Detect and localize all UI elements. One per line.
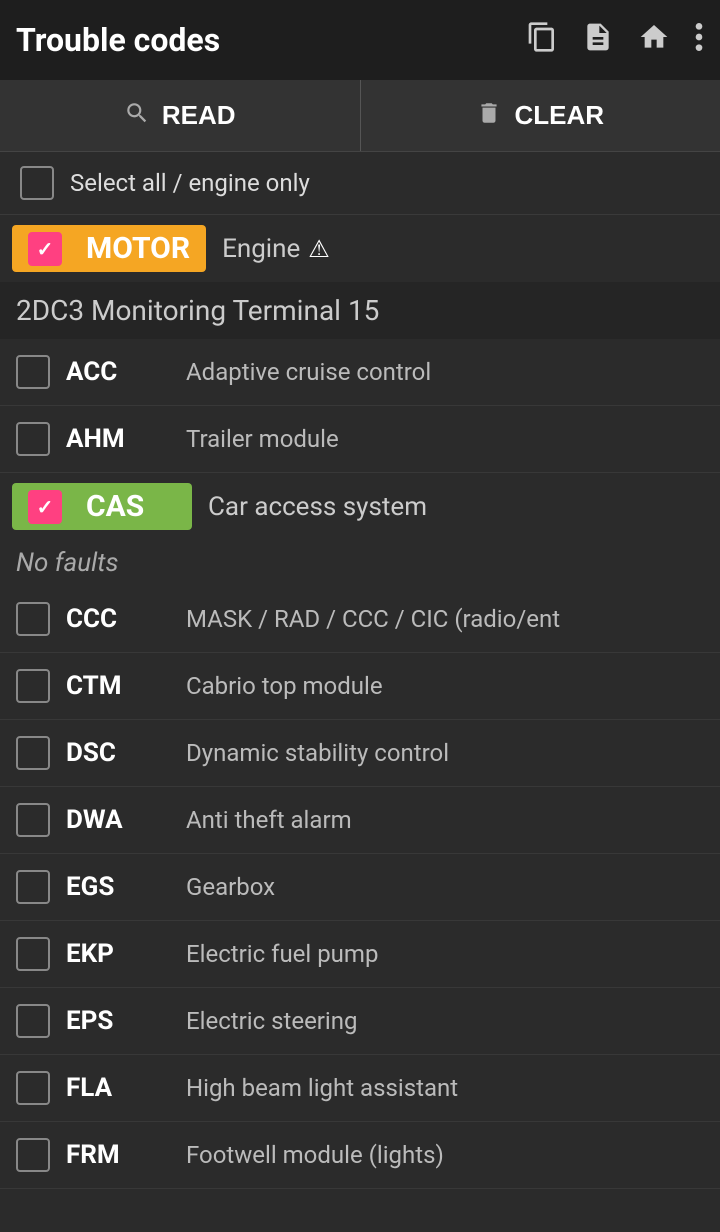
select-all-row[interactable]: Select all / engine only xyxy=(0,152,720,215)
system-item-egs[interactable]: EGS Gearbox xyxy=(0,854,720,921)
subsection-title: 2DC3 Monitoring Terminal 15 xyxy=(0,282,720,339)
eps-checkbox[interactable] xyxy=(16,1004,50,1038)
egs-code: EGS xyxy=(66,872,186,902)
dwa-desc: Anti theft alarm xyxy=(186,806,704,834)
ekp-code: EKP xyxy=(66,939,186,969)
cas-module-name: Car access system xyxy=(208,492,427,522)
acc-checkbox[interactable] xyxy=(16,355,50,389)
cas-tag-label: CAS xyxy=(86,489,144,524)
fla-desc: High beam light assistant xyxy=(186,1074,704,1102)
ccc-desc: MASK / RAD / CCC / CIC (radio/ent xyxy=(186,605,704,633)
motor-tag-label: MOTOR xyxy=(86,231,190,266)
cas-module-tag[interactable]: CAS xyxy=(12,483,192,530)
no-faults: No faults xyxy=(0,540,720,586)
fla-checkbox[interactable] xyxy=(16,1071,50,1105)
clear-label: CLEAR xyxy=(514,100,604,131)
read-label: READ xyxy=(162,100,236,131)
motor-module-name: Engine xyxy=(222,234,300,264)
acc-desc: Adaptive cruise control xyxy=(186,358,704,386)
frm-desc: Footwell module (lights) xyxy=(186,1141,704,1169)
warning-icon: ⚠ xyxy=(308,235,330,263)
system-item-ekp[interactable]: EKP Electric fuel pump xyxy=(0,921,720,988)
ahm-code: AHM xyxy=(66,424,186,454)
file-icon[interactable] xyxy=(582,21,614,60)
cas-checkbox[interactable] xyxy=(28,490,62,524)
dwa-code: DWA xyxy=(66,805,186,835)
motor-checkbox[interactable] xyxy=(28,232,62,266)
more-icon[interactable] xyxy=(694,21,704,60)
motor-module-tag[interactable]: MOTOR xyxy=(12,225,206,272)
select-all-checkbox[interactable] xyxy=(20,166,54,200)
copy-icon[interactable] xyxy=(526,21,558,60)
system-item-acc[interactable]: ACC Adaptive cruise control xyxy=(0,339,720,406)
eps-code: EPS xyxy=(66,1006,186,1036)
system-item-frm[interactable]: FRM Footwell module (lights) xyxy=(0,1122,720,1189)
clear-button[interactable]: CLEAR xyxy=(361,80,720,151)
egs-desc: Gearbox xyxy=(186,873,704,901)
dwa-checkbox[interactable] xyxy=(16,803,50,837)
acc-code: ACC xyxy=(66,357,186,387)
delete-icon xyxy=(476,100,502,132)
ctm-checkbox[interactable] xyxy=(16,669,50,703)
system-item-ahm[interactable]: AHM Trailer module xyxy=(0,406,720,473)
frm-checkbox[interactable] xyxy=(16,1138,50,1172)
dsc-desc: Dynamic stability control xyxy=(186,739,704,767)
action-bar: READ CLEAR xyxy=(0,80,720,152)
page-title: Trouble codes xyxy=(16,21,526,59)
system-item-fla[interactable]: FLA High beam light assistant xyxy=(0,1055,720,1122)
frm-code: FRM xyxy=(66,1140,186,1170)
app-header: Trouble codes xyxy=(0,0,720,80)
ekp-desc: Electric fuel pump xyxy=(186,940,704,968)
system-item-ctm[interactable]: CTM Cabrio top module xyxy=(0,653,720,720)
ekp-checkbox[interactable] xyxy=(16,937,50,971)
system-item-eps[interactable]: EPS Electric steering xyxy=(0,988,720,1055)
header-icons xyxy=(526,21,704,60)
ccc-code: CCC xyxy=(66,604,186,634)
ahm-desc: Trailer module xyxy=(186,425,704,453)
ccc-checkbox[interactable] xyxy=(16,602,50,636)
dsc-checkbox[interactable] xyxy=(16,736,50,770)
eps-desc: Electric steering xyxy=(186,1007,704,1035)
ahm-checkbox[interactable] xyxy=(16,422,50,456)
system-item-dwa[interactable]: DWA Anti theft alarm xyxy=(0,787,720,854)
select-all-label: Select all / engine only xyxy=(70,169,310,197)
ctm-desc: Cabrio top module xyxy=(186,672,704,700)
ctm-code: CTM xyxy=(66,671,186,701)
home-icon[interactable] xyxy=(638,21,670,60)
fla-code: FLA xyxy=(66,1073,186,1103)
motor-module-header[interactable]: MOTOR Engine ⚠ xyxy=(0,215,720,282)
system-item-dsc[interactable]: DSC Dynamic stability control xyxy=(0,720,720,787)
read-button[interactable]: READ xyxy=(0,80,361,151)
cas-module-header[interactable]: CAS Car access system xyxy=(0,473,720,540)
egs-checkbox[interactable] xyxy=(16,870,50,904)
dsc-code: DSC xyxy=(66,738,186,768)
system-item-ccc[interactable]: CCC MASK / RAD / CCC / CIC (radio/ent xyxy=(0,586,720,653)
search-icon xyxy=(124,100,150,132)
